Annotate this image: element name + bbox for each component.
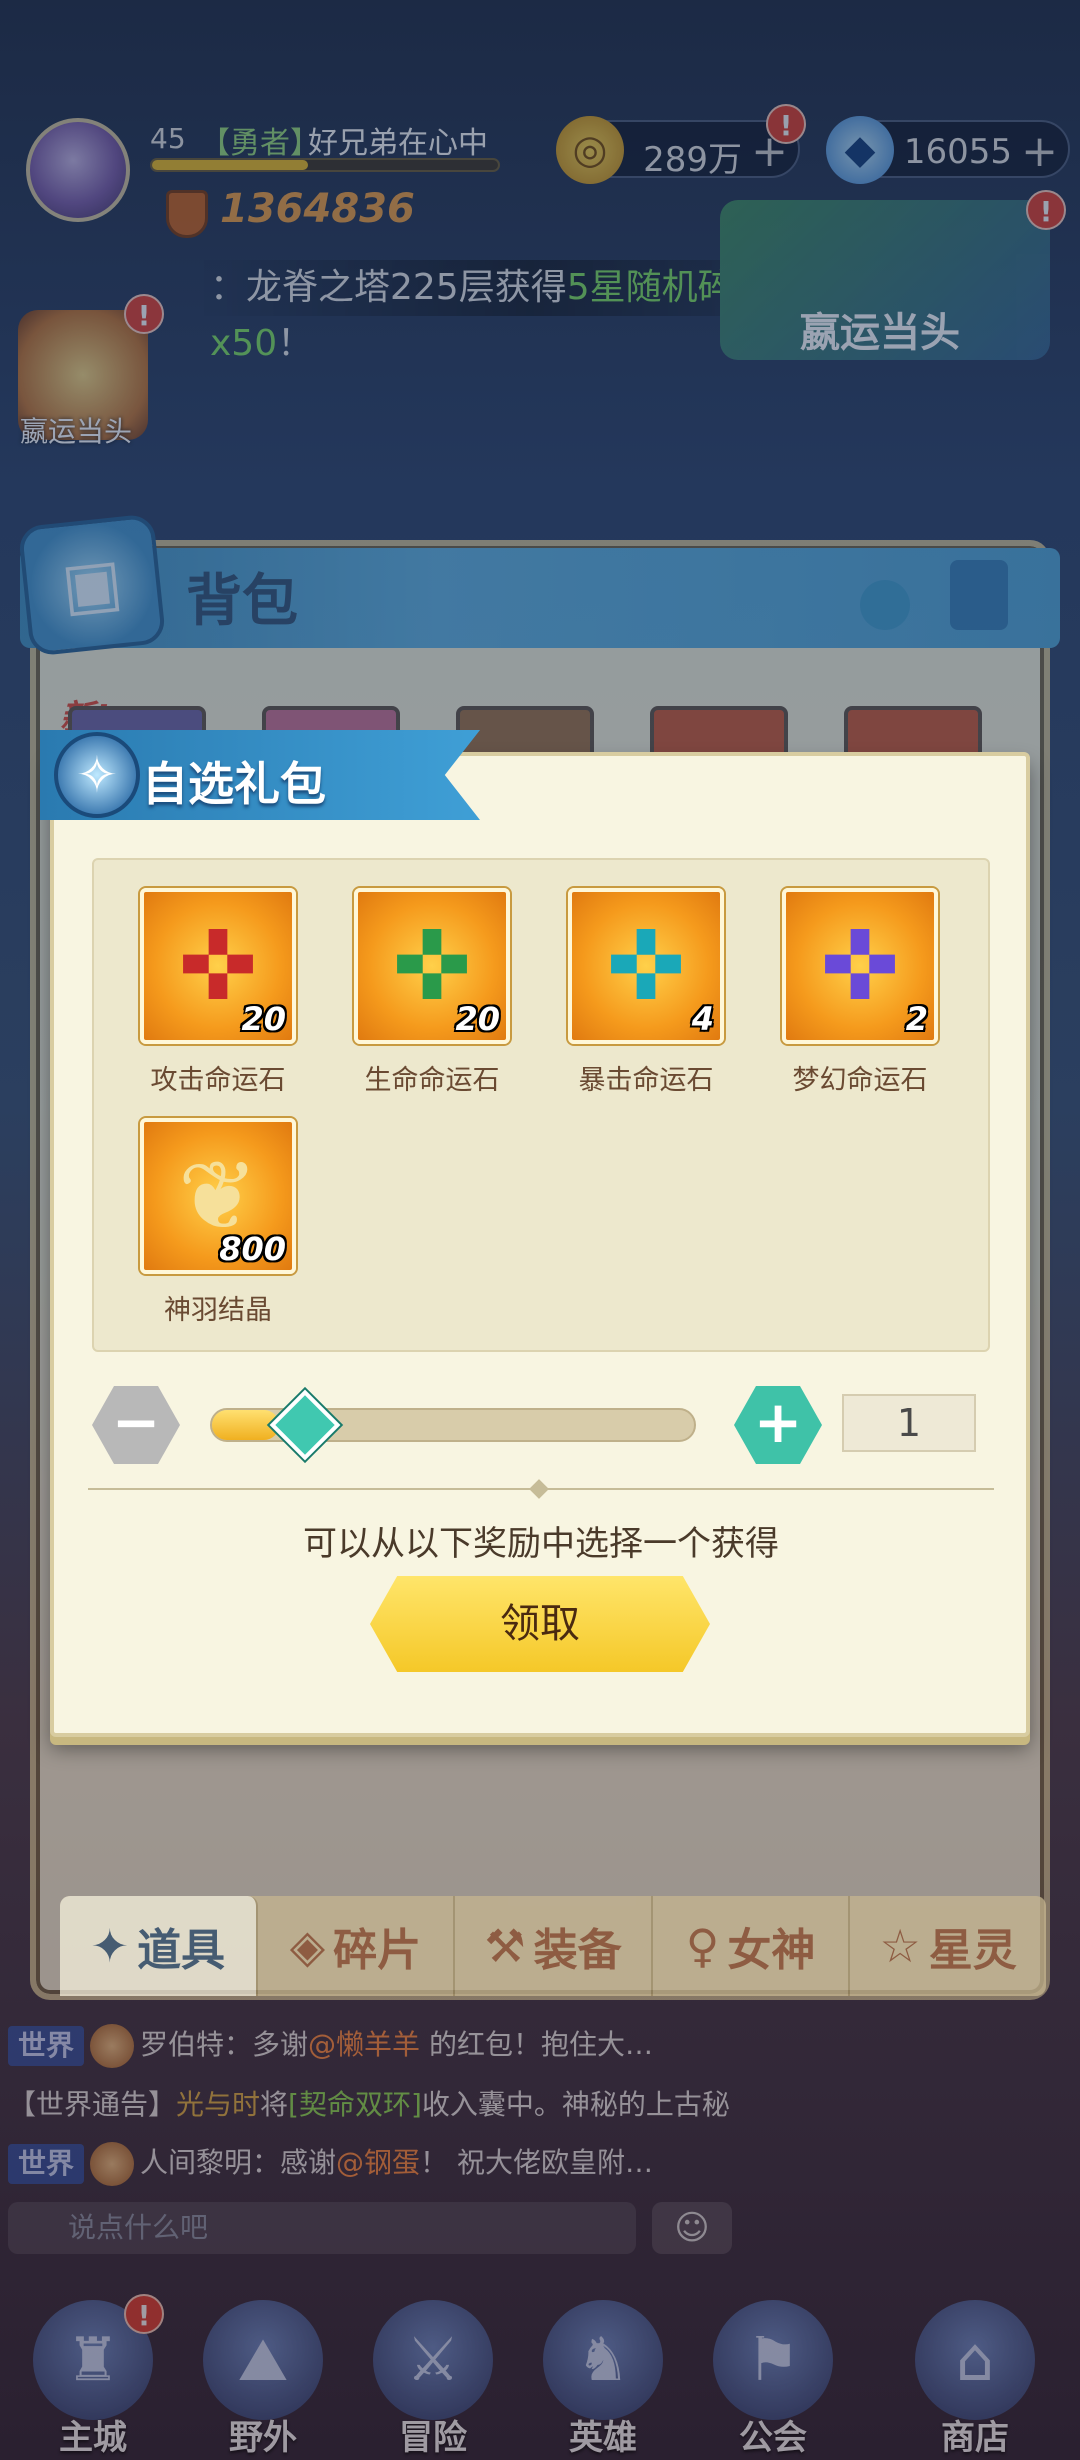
star-spirit-icon: ☆ [879, 1919, 921, 1973]
backpack-title: 背包 [186, 569, 298, 634]
player-title: 【勇者】 [200, 126, 320, 161]
exp-bar [150, 158, 500, 172]
combat-power: 1364836 [220, 186, 415, 232]
event-left-label: 嬴运当头 [20, 415, 133, 448]
reward-count: 2 [905, 1000, 928, 1038]
chat-notice-player: 光与时 [176, 2088, 261, 2121]
marquee-suffix: ！ [277, 323, 314, 364]
reward-item[interactable]: ✜ 2 梦幻命运石 [780, 888, 940, 1097]
reward-count: 20 [455, 1000, 500, 1038]
tab-label: 装备 [533, 1925, 622, 1976]
equipment-icon: ⚒ [484, 1919, 526, 1973]
hero-helmet-icon: ♞ [543, 2300, 663, 2420]
guild-icon: ⚑ [713, 2300, 833, 2420]
tab-label: 女神 [727, 1925, 816, 1976]
quantity-field[interactable]: 1 [842, 1394, 976, 1452]
player-avatar[interactable] [26, 118, 130, 222]
chat-avatar [90, 2024, 135, 2068]
reward-name: 神羽结晶 [164, 1295, 272, 1326]
claim-button[interactable]: 领取 [370, 1576, 710, 1672]
nav-main-city-badge: ! [124, 2294, 164, 2334]
tab-star-spirit[interactable]: ☆ 星灵 [850, 1896, 1046, 1996]
chat-text: ！ 祝大佬欧皇附… [420, 2146, 653, 2179]
diamond-icon: ◆ [826, 116, 894, 184]
reward-item[interactable]: ✜ 4 暴击命运石 [566, 888, 726, 1097]
nav-hero[interactable]: ♞ 英雄 [528, 2300, 678, 2460]
chat-notice-text: 收入囊中。神秘的上古秘 [421, 2088, 730, 2121]
choose-hint: 可以从以下奖励中选择一个获得 [303, 1524, 779, 1564]
tab-label: 碎片 [333, 1925, 422, 1976]
player-name: 好兄弟在心中 [308, 126, 488, 161]
nav-adventure[interactable]: ⚔ 冒险 [358, 2300, 508, 2460]
marquee-prefix: ：龙脊之塔225层获得 [210, 267, 567, 308]
tab-label: 星灵 [928, 1925, 1017, 1976]
chat-avatar [90, 2142, 135, 2186]
event-right-label: 嬴运当头 [800, 310, 960, 356]
gold-value: 289万 [643, 140, 742, 180]
chat-notice-item: [契命双环] [288, 2088, 422, 2121]
chat-text: 的红包！抱住大… [420, 2028, 653, 2061]
gold-resource[interactable]: ◎ 289万 + [556, 116, 800, 184]
chat-line[interactable]: 世界 罗伯特：多谢@懒羊羊 的红包！抱住大… [8, 2020, 738, 2070]
nav-label: 主城 [59, 2418, 127, 2458]
nav-label: 商店 [941, 2418, 1009, 2458]
reward-count: 20 [241, 1000, 286, 1038]
gold-coin-icon: ◎ [556, 116, 624, 184]
tab-label: 道具 [137, 1925, 226, 1976]
backpack-tab-bar: ✦ 道具 ◈ 碎片 ⚒ 装备 ♀ 女神 ☆ 星灵 [60, 1896, 1046, 1996]
power-shield-icon [166, 190, 208, 238]
tab-goddess[interactable]: ♀ 女神 [653, 1896, 851, 1996]
event-right-badge: ! [1026, 190, 1066, 230]
reward-count: 4 [691, 1000, 714, 1038]
nav-guild[interactable]: ⚑ 公会 [698, 2300, 848, 2460]
chat-mention: @懒羊羊 [308, 2028, 421, 2061]
chat-sender: 人间黎明：感谢 [140, 2146, 337, 2179]
reward-item[interactable]: ✜ 20 攻击命运石 [138, 888, 298, 1097]
gem-resource[interactable]: ◆ 16055 + [826, 116, 1070, 184]
nav-label: 冒险 [399, 2418, 467, 2458]
nav-wild[interactable]: ⛰ 野外 [188, 2300, 338, 2460]
chat-channel: 世界 [8, 2026, 85, 2066]
nav-shop[interactable]: ⌂ 商店 [900, 2300, 1050, 2460]
goddess-icon: ♀ [685, 1919, 720, 1973]
shard-icon: ◈ [289, 1919, 326, 1973]
wild-icon: ⛰ [203, 2300, 323, 2420]
reward-name: 暴击命运石 [578, 1065, 714, 1096]
reward-count: 800 [219, 1230, 286, 1268]
adventure-icon: ⚔ [373, 2300, 493, 2420]
chat-mention: @钢蛋 [336, 2146, 421, 2179]
reward-name: 生命命运石 [364, 1065, 500, 1096]
nav-label: 英雄 [569, 2418, 637, 2458]
tab-equipment[interactable]: ⚒ 装备 [455, 1896, 653, 1996]
tab-props[interactable]: ✦ 道具 [60, 1896, 258, 1996]
chat-input[interactable]: 说点什么吧 [8, 2202, 636, 2254]
gold-alert-badge: ! [766, 104, 806, 144]
chat-line[interactable]: 【世界通告】光与时将[契命双环]收入囊中。神秘的上古秘 [8, 2080, 738, 2130]
prop-icon: ✦ [90, 1919, 130, 1973]
emoji-icon[interactable]: ☺ [652, 2202, 732, 2254]
tab-shards[interactable]: ◈ 碎片 [258, 1896, 456, 1996]
crystal-icon: ✧ [54, 732, 140, 818]
reward-item[interactable]: ❦ 800 神羽结晶 [138, 1118, 298, 1327]
nav-label: 野外 [229, 2418, 297, 2458]
header-decoration [950, 560, 1008, 630]
add-gem-icon[interactable]: + [1021, 126, 1058, 177]
chat-channel: 世界 [8, 2144, 85, 2184]
shop-icon: ⌂ [915, 2300, 1035, 2420]
gem-value: 16055 [903, 132, 1012, 172]
player-level: 45 [150, 122, 186, 155]
chat-notice-mid: 将 [260, 2088, 289, 2121]
reward-name: 梦幻命运石 [792, 1065, 928, 1096]
reward-name: 攻击命运石 [150, 1065, 286, 1096]
chat-notice-prefix: 【世界通告】 [8, 2088, 177, 2121]
reward-item[interactable]: ✜ 20 生命命运石 [352, 888, 512, 1097]
header-decoration [860, 580, 910, 630]
event-left-badge: ! [124, 294, 164, 334]
chat-line[interactable]: 世界 人间黎明：感谢@钢蛋！ 祝大佬欧皇附… [8, 2138, 738, 2188]
backpack-icon: ▣ [17, 513, 167, 657]
nav-label: 公会 [739, 2418, 807, 2458]
dialog-title: 自选礼包 [142, 757, 326, 811]
chat-sender: 罗伯特：多谢 [140, 2028, 309, 2061]
